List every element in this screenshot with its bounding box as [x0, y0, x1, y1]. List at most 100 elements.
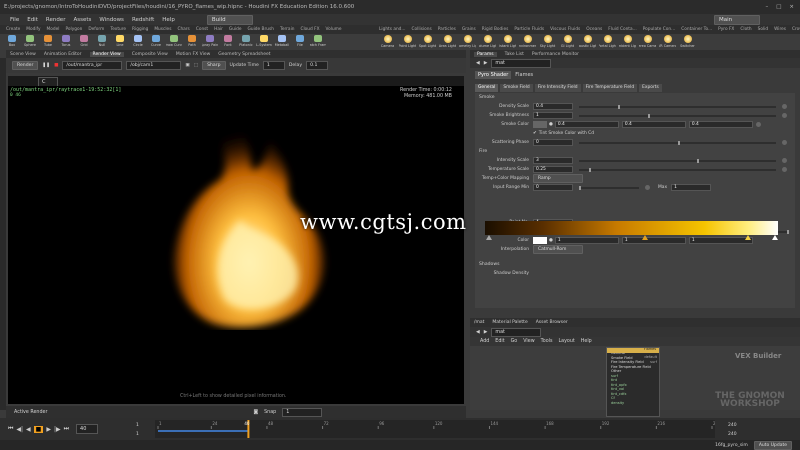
density-scale-slider[interactable]	[579, 104, 776, 109]
tab-exports[interactable]: Exports	[639, 84, 662, 92]
shelf-tab-particle-fluids[interactable]: Particle Fluids	[514, 27, 544, 32]
shelf-tab-volume[interactable]: Volume	[326, 27, 342, 32]
snapshot-icon[interactable]: ▣	[185, 63, 189, 68]
tab-geometry-spreadsheet[interactable]: Geometry Spreadsheet	[218, 52, 270, 57]
shelf-tab-rigging[interactable]: Rigging	[132, 27, 148, 32]
maximize-button[interactable]: □	[776, 4, 781, 10]
tool-point-light[interactable]: Point Light	[399, 35, 416, 48]
color-ramp[interactable]	[485, 221, 778, 235]
range-end-1[interactable]: 240	[728, 421, 737, 430]
tab-scene-view[interactable]: Scene View	[10, 52, 36, 57]
tool-vr-camera[interactable]: VR Camera	[659, 35, 676, 48]
update-mode-button[interactable]: Auto Update	[753, 440, 792, 450]
gear-icon[interactable]	[782, 113, 787, 118]
active-render-tab[interactable]: Active Render	[14, 410, 47, 415]
tool-circle[interactable]: Circle	[130, 35, 146, 47]
desktop-select-left[interactable]: Build	[206, 14, 253, 25]
sharp-toggle[interactable]: Sharp	[202, 61, 226, 70]
network-menu-go[interactable]: Go	[511, 339, 518, 344]
shadows-section[interactable]: Shadows	[475, 260, 795, 269]
menu-edit[interactable]: Edit	[27, 17, 38, 23]
tool-switcher[interactable]: Switcher	[679, 35, 696, 48]
smoke-color-r[interactable]: 0.4	[554, 121, 619, 128]
shelf-tab-muscles[interactable]: Muscles	[154, 27, 171, 32]
network-menu-layout[interactable]: Layout	[558, 339, 574, 344]
tool-draw-curve[interactable]: Draw Curve	[166, 35, 182, 47]
back-icon[interactable]: ◀	[476, 330, 480, 335]
shelf-tab-guide-brush[interactable]: Guide Brush	[248, 27, 274, 32]
camera-icon[interactable]: ◙	[253, 410, 258, 415]
shader-name[interactable]: Flames	[515, 72, 533, 78]
range-end-2[interactable]: 240	[728, 430, 737, 439]
tool-geometry-light[interactable]: Geometry Light	[459, 35, 476, 48]
play-reverse-icon[interactable]: ◀	[26, 426, 31, 433]
shelf-tab-fluid-conta[interactable]: Fluid Conta...	[608, 27, 636, 32]
mapping-menu[interactable]: Ramp	[533, 174, 583, 183]
stop-icon[interactable]: ■	[54, 63, 58, 68]
tab-fire-intensity-field[interactable]: Fire Intensity Field	[534, 84, 581, 92]
tool-spot-light[interactable]: Spot Light	[419, 35, 436, 48]
smoke-brightness-field[interactable]: 1	[533, 112, 573, 119]
gear-icon[interactable]	[755, 122, 761, 127]
tool-volume-light[interactable]: Volume Light	[479, 35, 496, 48]
shelf-tab-texture[interactable]: Texture	[110, 27, 126, 32]
shelf-tab-container-to[interactable]: Container To...	[681, 27, 712, 32]
tab-asset-browser[interactable]: Asset Browser	[536, 320, 568, 325]
shelf-tab-populate-con[interactable]: Populate Con...	[643, 27, 676, 32]
shelf-tab-oceans[interactable]: Oceans	[586, 27, 602, 32]
tool-distant-light[interactable]: Distant Light	[499, 35, 516, 48]
network-menu-tools[interactable]: Tools	[541, 339, 553, 344]
shelf-tab-grains[interactable]: Grains	[462, 27, 476, 32]
tool-sphere[interactable]: Sphere	[22, 35, 38, 47]
shelf-tab-terrain[interactable]: Terrain	[280, 27, 295, 32]
snap-field[interactable]: 1	[282, 407, 323, 417]
menu-render[interactable]: Render	[46, 17, 66, 23]
tool-curve[interactable]: Curve	[148, 35, 164, 47]
menu-file[interactable]: File	[10, 17, 19, 23]
tool-path[interactable]: Path	[184, 35, 200, 47]
shelf-tab-polygon[interactable]: Polygon	[65, 27, 82, 32]
tab-take-list[interactable]: Take List	[505, 52, 524, 57]
range-start-2[interactable]: 1	[136, 430, 139, 439]
rop-path-field[interactable]: /out/mantra_ipr	[62, 61, 123, 70]
network-menu-view[interactable]: View	[523, 339, 534, 344]
gear-icon[interactable]	[645, 185, 650, 190]
tab-mat[interactable]: /mat	[474, 320, 484, 325]
tool-l-system[interactable]: L-System	[256, 35, 272, 47]
render-button[interactable]: Render	[12, 61, 39, 70]
tool-tube[interactable]: Tube	[40, 35, 56, 47]
step-forward-icon[interactable]: |▶	[54, 426, 61, 433]
tool-file[interactable]: File	[292, 35, 308, 47]
vex-port-density[interactable]: density	[611, 401, 657, 406]
shelf-tab-create[interactable]: Create	[6, 27, 20, 32]
smoke-section[interactable]: Smoke	[475, 93, 795, 102]
tool-caustic-light[interactable]: Caustic Light	[579, 35, 596, 48]
shelf-tab-model[interactable]: Model	[47, 27, 60, 32]
tool-gi-light[interactable]: GI Light	[559, 35, 576, 48]
tab-fire-temperature-field[interactable]: Fire Temperature Field	[582, 84, 638, 92]
tool-area-light[interactable]: Area Light	[439, 35, 456, 48]
density-scale-field[interactable]: 0.4	[533, 103, 573, 110]
shelf-tab-cloud-fx[interactable]: Cloud FX	[300, 27, 319, 32]
tab-material-palette[interactable]: Material Palette	[492, 320, 527, 325]
desktop-select-right[interactable]: Main	[714, 14, 760, 25]
tint-checkbox[interactable]: ✔	[533, 131, 537, 136]
ramp-keys[interactable]	[485, 235, 778, 241]
play-icon[interactable]: ▶	[46, 426, 51, 433]
intensity-field[interactable]: 3	[533, 157, 573, 164]
interp-menu[interactable]: Catmull-Rom	[533, 245, 583, 254]
network-menu-help[interactable]: Help	[581, 339, 592, 344]
network-menu-add[interactable]: Add	[480, 339, 489, 344]
tool-environment[interactable]: Environment	[519, 35, 536, 48]
pause-icon[interactable]: ❚❚	[42, 63, 50, 68]
shelf-tab-deform[interactable]: Deform	[88, 27, 104, 32]
input-min-field[interactable]: 0	[533, 184, 573, 191]
tool-spray-paint[interactable]: Spray Paint	[202, 35, 218, 47]
jump-end-icon[interactable]: ⏭	[64, 425, 69, 433]
tool-line[interactable]: Line	[112, 35, 128, 47]
tool-platonic[interactable]: Platonic	[238, 35, 254, 47]
fire-section[interactable]: Fire	[475, 147, 795, 156]
tab-smoke-field[interactable]: Smoke Field	[500, 84, 533, 92]
input-min-slider[interactable]	[579, 185, 639, 190]
jump-start-icon[interactable]: ⏮	[8, 425, 13, 433]
